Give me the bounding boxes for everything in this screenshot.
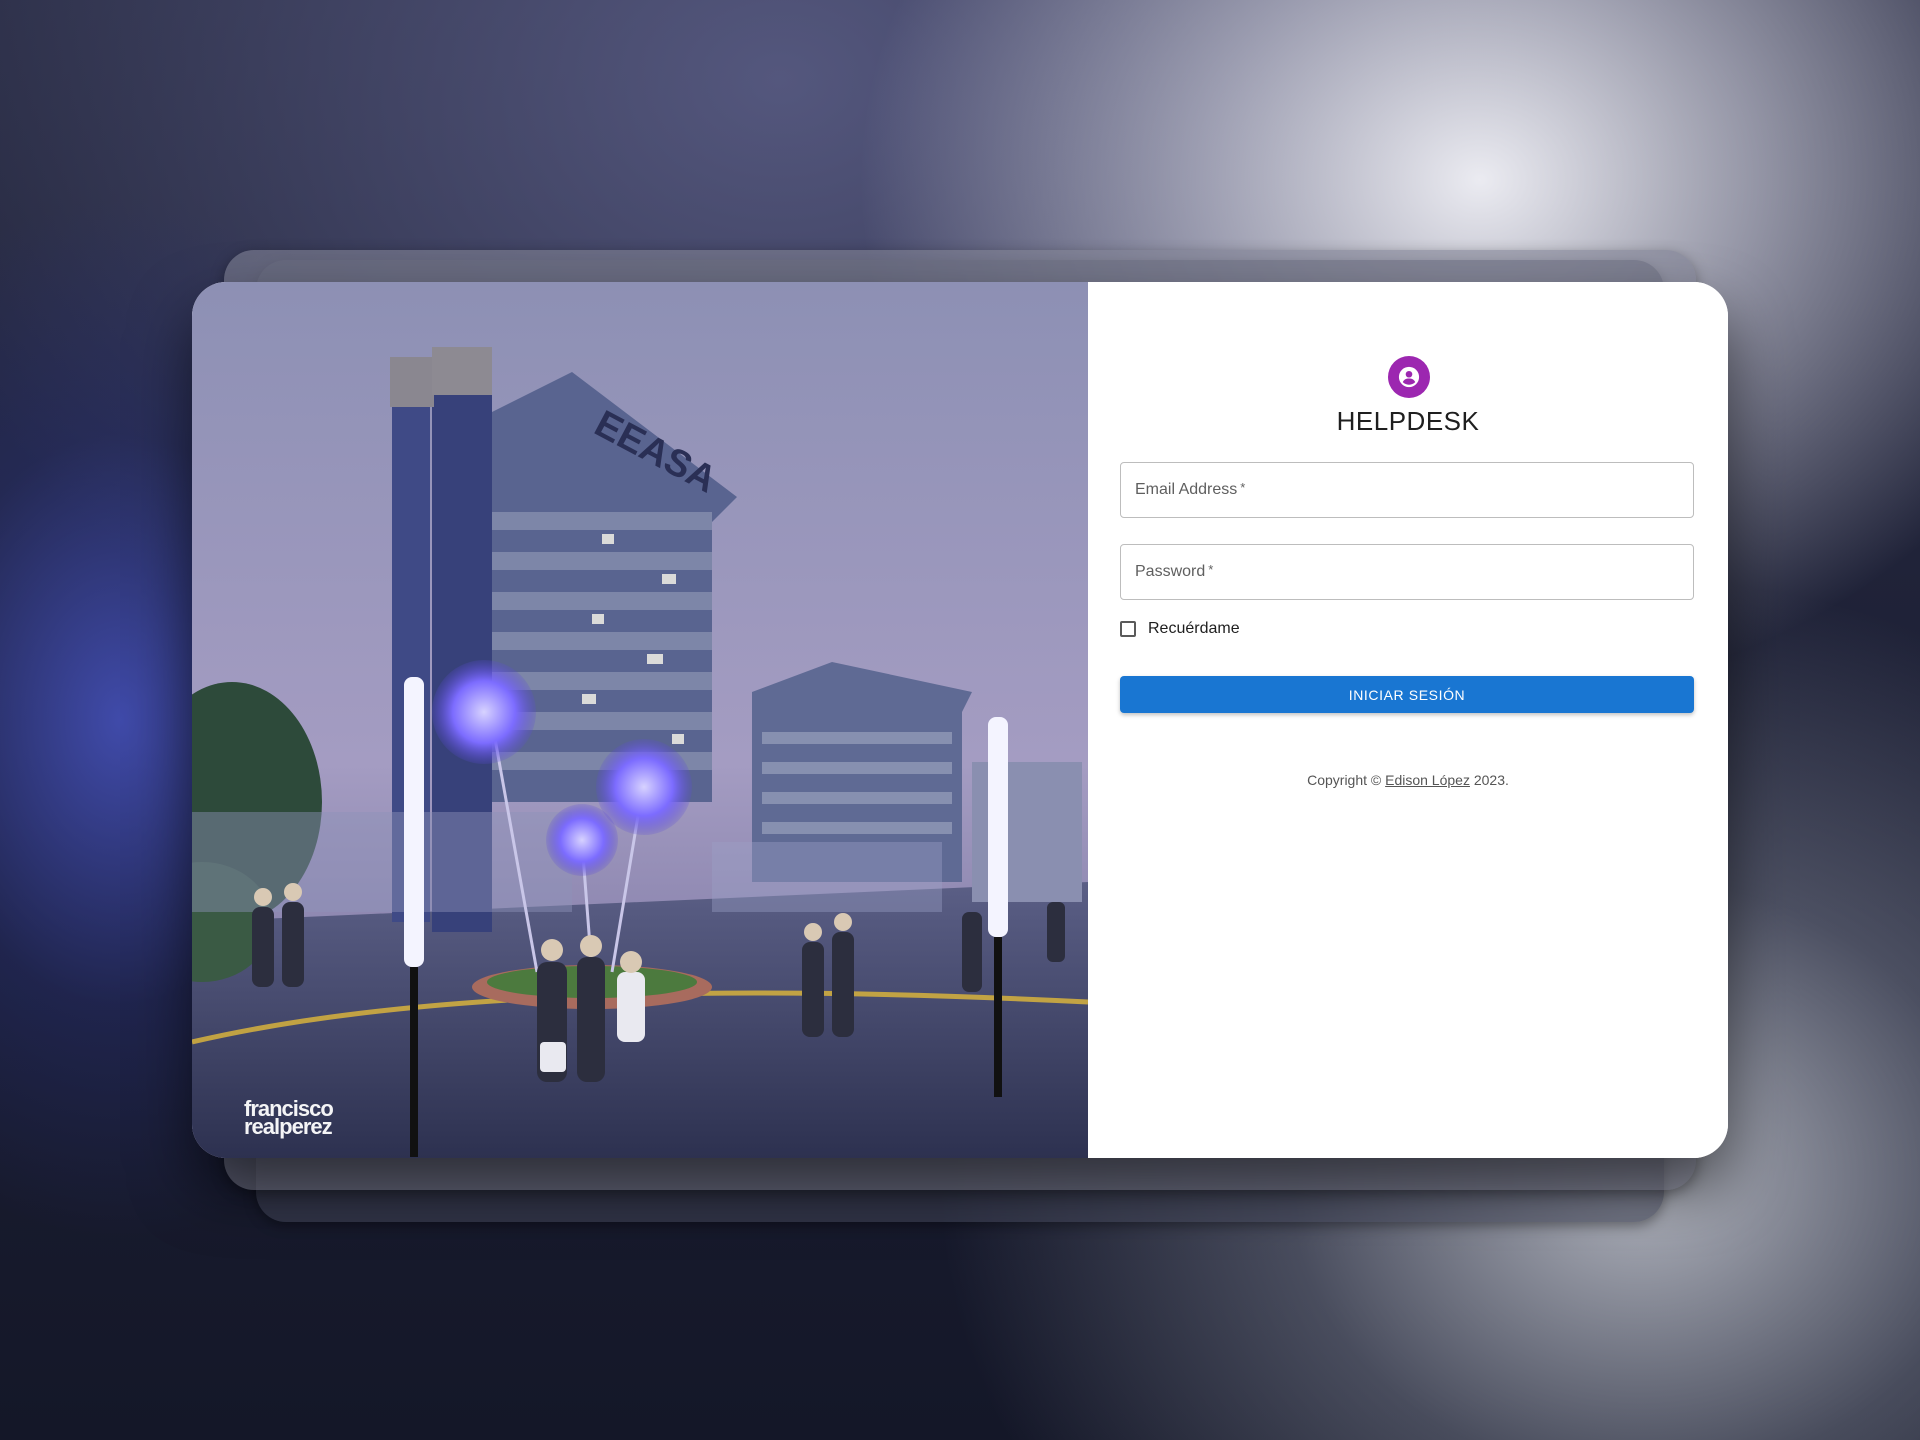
hero-illustration: EEASA <box>192 282 1088 1158</box>
remember-checkbox[interactable] <box>1120 621 1136 637</box>
password-field[interactable]: Password * <box>1120 544 1694 600</box>
login-button[interactable]: INICIAR SESIÓN <box>1120 676 1694 713</box>
password-field-label: Password <box>1135 563 1206 580</box>
author-link[interactable]: Edison López <box>1385 772 1470 788</box>
login-card: EEASA francisco realperez HELPDESK Email… <box>192 282 1728 1158</box>
watermark-line-2: realperez <box>244 1114 333 1139</box>
remember-me[interactable]: Recuérdame <box>1120 620 1240 638</box>
avatar <box>1388 356 1430 398</box>
remember-label: Recuérdame <box>1148 620 1240 637</box>
copyright: Copyright © Edison López 2023. <box>1088 772 1728 788</box>
app-title: HELPDESK <box>1336 406 1480 436</box>
copyright-year: 2023. <box>1473 772 1509 788</box>
copyright-prefix: Copyright © <box>1307 772 1382 788</box>
required-marker: * <box>1240 479 1246 495</box>
email-field[interactable]: Email Address * <box>1120 462 1694 518</box>
login-form-panel: HELPDESK Email Address * Password * Recuér… <box>1088 282 1728 1158</box>
hero-image: EEASA francisco realperez <box>192 282 1088 1158</box>
person-icon <box>1398 366 1420 388</box>
email-field-label: Email Address <box>1135 481 1238 498</box>
required-marker: * <box>1208 561 1214 577</box>
photo-watermark: francisco realperez <box>244 1098 334 1139</box>
